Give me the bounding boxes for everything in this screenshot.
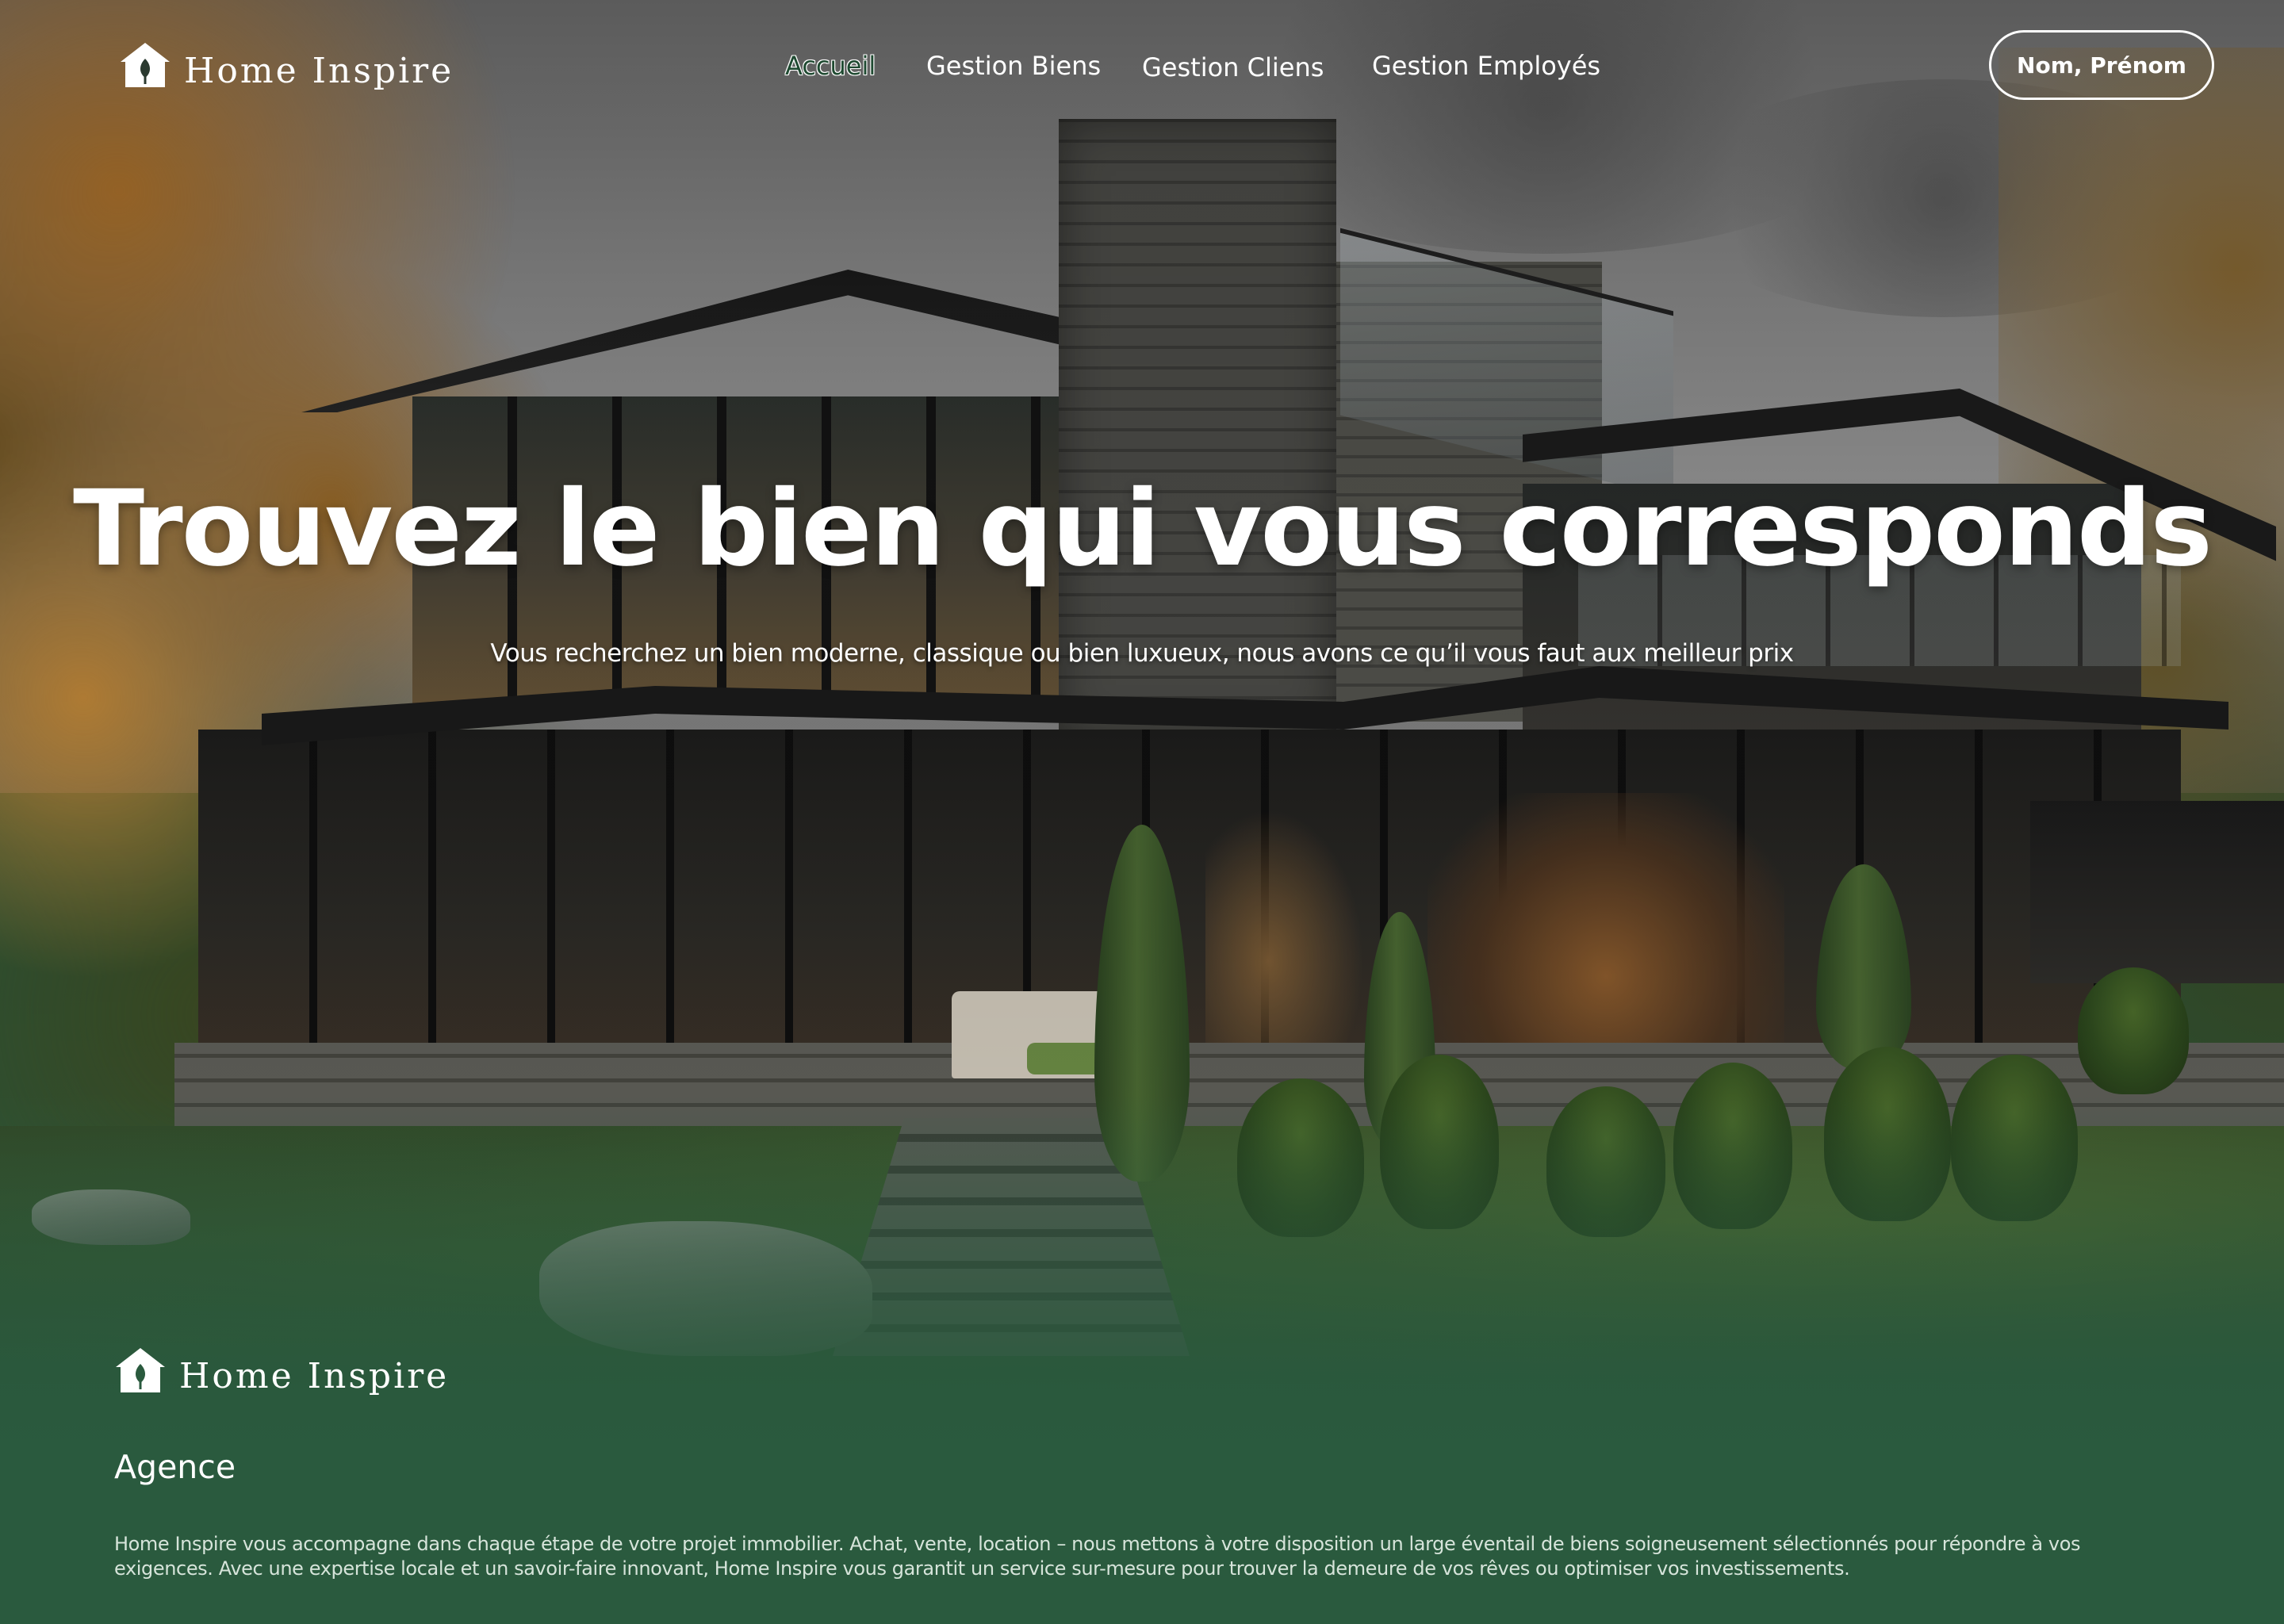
page: Home Inspire Accueil Gestion Biens Gesti… [0, 0, 2284, 1624]
footer-description: Home Inspire vous accompagne dans chaque… [114, 1533, 2081, 1580]
nav-item-accueil[interactable]: Accueil [785, 51, 876, 81]
house-leaf-icon [119, 41, 171, 89]
brand-logo-link[interactable]: Home Inspire [119, 38, 454, 91]
footer-brand-logo[interactable]: Home Inspire [114, 1343, 449, 1396]
brand-name: Home Inspire [184, 51, 454, 91]
footer-brand-name: Home Inspire [179, 1356, 450, 1396]
nav-item-gestion-cliens[interactable]: Gestion Cliens [1142, 52, 1324, 82]
hero-title: Trouvez le bien qui vous corresponds [73, 468, 2213, 590]
nav-item-gestion-employes[interactable]: Gestion Employés [1372, 51, 1600, 81]
house-leaf-icon [114, 1346, 167, 1394]
user-account-button[interactable]: Nom, Prénom [1989, 30, 2214, 100]
hero-subtitle: Vous recherchez un bien moderne, classiq… [490, 639, 1794, 668]
footer-heading: Agence [114, 1448, 236, 1486]
top-navigation: Home Inspire Accueil Gestion Biens Gesti… [0, 0, 2284, 139]
nav-item-gestion-biens[interactable]: Gestion Biens [926, 51, 1101, 81]
